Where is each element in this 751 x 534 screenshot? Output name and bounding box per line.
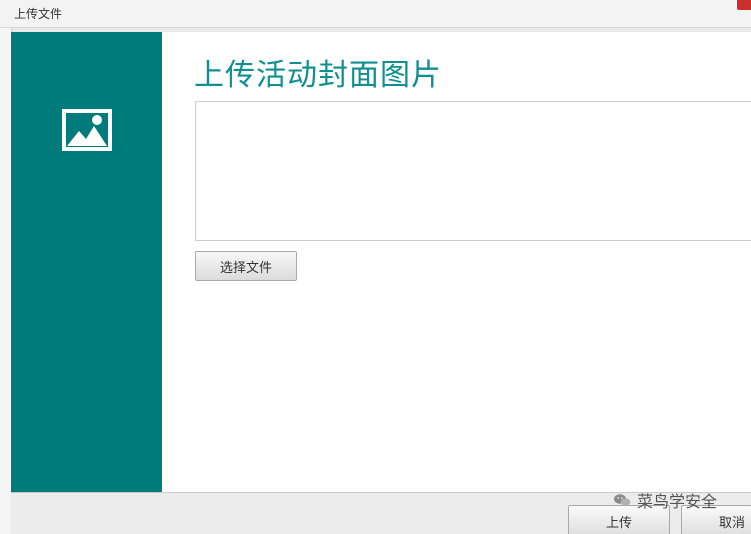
main-content: 上传活动封面图片 选择文件 [162, 32, 751, 492]
window-title: 上传文件 [14, 7, 63, 21]
file-preview-area [195, 101, 751, 241]
sidebar [11, 32, 162, 492]
watermark-text: 菜鸟学安全 [637, 492, 718, 511]
watermark: 菜鸟学安全 [613, 488, 717, 512]
wechat-logo-icon [614, 494, 631, 506]
titlebar: 上传文件 [0, 0, 751, 28]
upload-file-dialog: 上传文件 上传活动封面图片 选择文件 上传 取消 菜鸟学安全 [0, 0, 751, 534]
choose-file-button[interactable]: 选择文件 [195, 251, 297, 281]
image-icon [62, 109, 112, 151]
close-button[interactable] [737, 0, 751, 10]
page-title: 上传活动封面图片 [194, 58, 442, 93]
